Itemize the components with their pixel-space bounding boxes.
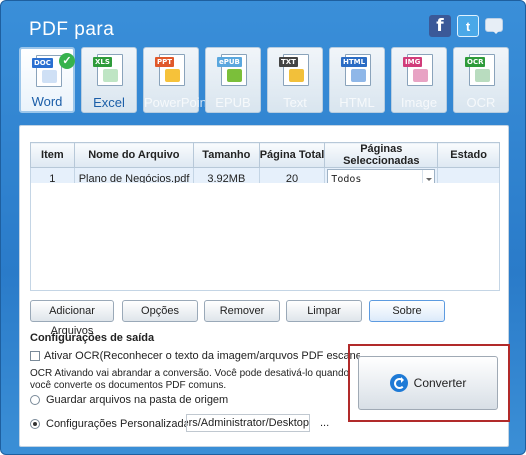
pencil-icon [289,69,304,82]
twitter-icon[interactable]: t [457,15,479,37]
epub-tag: ePUB [217,57,242,67]
custom-radio[interactable] [30,419,40,429]
convert-button[interactable]: Converter [358,356,498,410]
txt-tag: TXT [279,57,298,67]
ocr-doc-icon: OCR [465,54,495,86]
tab-excel-label: Excel [93,95,125,110]
ppt-tag: PPT [155,57,175,67]
tab-text-label: Text [283,95,307,110]
tab-powerpoint[interactable]: PPT PowerPoint [143,47,211,113]
tab-powerpoint-label: PowerPoint [144,95,211,110]
window-title: PDF para [29,19,115,40]
output-settings-title: Configurações de saída [30,332,155,344]
tab-image-label: Image [400,95,438,110]
save-source-label: Guardar arquivos na pasta de origem [46,394,229,406]
tab-ocr-label: OCR [466,95,496,110]
tab-html[interactable]: HTML HTML [329,47,385,113]
ocr-option[interactable]: Ativar OCR(Reconhecer o texto da imagem/… [30,350,360,362]
custom-option[interactable]: Configurações Personalizadas [30,418,195,430]
excel-doc-icon: XLS [93,54,123,86]
col-file-name[interactable]: Nome do Arquivo [73,142,194,168]
html-tag: HTML [341,57,368,67]
clear-button[interactable]: Limpar [286,300,362,322]
tab-text[interactable]: TXT Text [267,47,323,113]
epub-logo-icon [227,69,242,82]
excel-tag: XLS [93,57,112,67]
add-files-button[interactable]: Adicionar Arquivos [30,300,114,337]
ocr-label: Ativar OCR(Reconhecer o texto da imagem/… [44,350,360,362]
globe-icon [351,69,366,82]
convert-label: Converter [413,376,467,390]
word-tag: DOC [32,58,53,68]
refresh-icon [389,374,408,392]
table-header-row: Item Nome do Arquivo Tamanho Página Tota… [30,142,500,168]
ocr-tag: OCR [465,57,486,67]
tab-html-label: HTML [339,95,375,110]
ppt-doc-icon: PPT [155,54,185,86]
slides-icon [165,69,180,82]
ocr-note: OCR Ativando vai abrandar a conversão. V… [30,368,350,391]
html-doc-icon: HTML [341,54,371,86]
tab-epub-label: EPUB [215,95,251,110]
scan-icon [475,69,490,82]
epub-doc-icon: ePUB [217,54,247,86]
tab-word[interactable]: DOC ✓ Word [19,47,75,113]
custom-label: Configurações Personalizadas [46,418,196,430]
facebook-icon[interactable]: f [429,15,451,37]
col-total-pages[interactable]: Página Total [258,142,326,168]
tab-image[interactable]: IMG Image [391,47,447,113]
browse-button[interactable]: ... [320,417,329,429]
main-panel: Item Nome do Arquivo Tamanho Página Tota… [19,125,510,447]
col-size[interactable]: Tamanho [192,142,260,168]
save-source-radio[interactable] [30,395,40,405]
options-button[interactable]: Opções [122,300,198,322]
app-window: PDF para f t DOC ✓ Word XLS Excel PPT Po… [0,0,526,455]
check-icon: ✓ [59,53,75,69]
picture-icon [413,69,428,82]
tab-epub[interactable]: ePUB EPUB [205,47,261,113]
ocr-checkbox[interactable] [30,351,40,361]
spreadsheet-icon [103,69,118,82]
col-status[interactable]: Estado [437,142,500,168]
txt-doc-icon: TXT [279,54,309,86]
doc-icon [42,70,57,83]
output-path-field[interactable]: C:/Users/Administrator/Desktop [186,414,310,432]
col-item[interactable]: Item [30,142,75,168]
format-tabs: DOC ✓ Word XLS Excel PPT PowerPoint ePUB [19,47,509,117]
img-tag: IMG [403,57,423,67]
output-path-value: C:/Users/Administrator/Desktop [187,417,309,429]
tab-ocr[interactable]: OCR OCR [453,47,509,113]
img-doc-icon: IMG [403,54,433,86]
tab-word-label: Word [31,94,63,109]
remove-button[interactable]: Remover [204,300,280,322]
feedback-icon[interactable] [485,18,503,34]
file-list-empty-area[interactable] [30,183,500,291]
save-source-option[interactable]: Guardar arquivos na pasta de origem [30,394,228,406]
col-selected-pages[interactable]: Páginas Seleccionadas [324,142,439,168]
about-button[interactable]: Sobre [369,300,445,322]
tab-excel[interactable]: XLS Excel [81,47,137,113]
